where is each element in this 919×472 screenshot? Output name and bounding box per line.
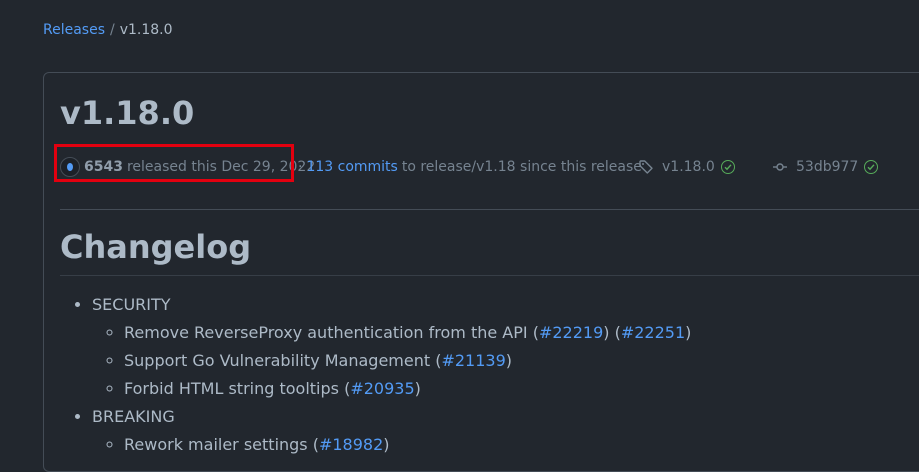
item-text: Remove ReverseProxy authentication from … bbox=[124, 323, 539, 342]
section-items: Remove ReverseProxy authentication from … bbox=[92, 321, 691, 401]
list-item: Remove ReverseProxy authentication from … bbox=[124, 321, 691, 345]
changelog-section: SECURITY Remove ReverseProxy authenticat… bbox=[92, 293, 691, 401]
heading-rule bbox=[60, 275, 919, 276]
pr-link[interactable]: #21139 bbox=[441, 351, 505, 370]
changelog-section: BREAKING Rework mailer settings (#18982) bbox=[92, 405, 691, 457]
section-name: BREAKING bbox=[92, 407, 175, 426]
pr-link[interactable]: #18982 bbox=[319, 435, 383, 454]
tag-label: v1.18.0 bbox=[662, 159, 715, 175]
commits-suffix: to release/v1.18 since this release bbox=[401, 159, 642, 175]
changelog-list: SECURITY Remove ReverseProxy authenticat… bbox=[60, 293, 691, 457]
pr-link[interactable]: #22251 bbox=[621, 323, 685, 342]
commits-prefix: · bbox=[298, 159, 303, 175]
breadcrumb-separator: / bbox=[110, 22, 115, 38]
item-text: Rework mailer settings ( bbox=[124, 435, 319, 454]
release-card: v1.18.0 6543 released this Dec 29, 2022 … bbox=[43, 72, 919, 472]
list-item: Rework mailer settings (#18982) bbox=[124, 433, 691, 457]
divider bbox=[60, 209, 919, 210]
pr-link[interactable]: #20935 bbox=[350, 379, 414, 398]
pr-link[interactable]: #22219 bbox=[539, 323, 603, 342]
item-text: Support Go Vulnerability Management ( bbox=[124, 351, 442, 370]
breadcrumb: Releases / v1.18.0 bbox=[43, 20, 173, 40]
commit-sha: 53db977 bbox=[796, 159, 859, 175]
check-circle-icon bbox=[720, 160, 735, 174]
commits-link[interactable]: 113 commits bbox=[306, 159, 397, 175]
highlight-box bbox=[54, 144, 294, 182]
changelog-heading: Changelog bbox=[60, 228, 252, 266]
list-item: Forbid HTML string tooltips (#20935) bbox=[124, 377, 691, 401]
release-title: v1.18.0 bbox=[60, 94, 195, 132]
check-circle-icon bbox=[864, 160, 879, 174]
section-items: Rework mailer settings (#18982) bbox=[92, 433, 691, 457]
breadcrumb-releases-link[interactable]: Releases bbox=[43, 22, 105, 38]
list-item: Support Go Vulnerability Management (#21… bbox=[124, 349, 691, 373]
git-commit-icon bbox=[773, 163, 787, 171]
release-author-meta: 6543 released this Dec 29, 2022 bbox=[54, 144, 315, 182]
commits-info: · 113 commits to release/v1.18 since thi… bbox=[298, 153, 642, 181]
item-text: Forbid HTML string tooltips ( bbox=[124, 379, 351, 398]
breadcrumb-current: v1.18.0 bbox=[119, 22, 173, 38]
tag-info[interactable]: v1.18.0 bbox=[638, 153, 735, 181]
commit-info[interactable]: 53db977 bbox=[772, 153, 879, 181]
tag-icon bbox=[639, 160, 653, 174]
section-name: SECURITY bbox=[92, 295, 171, 314]
